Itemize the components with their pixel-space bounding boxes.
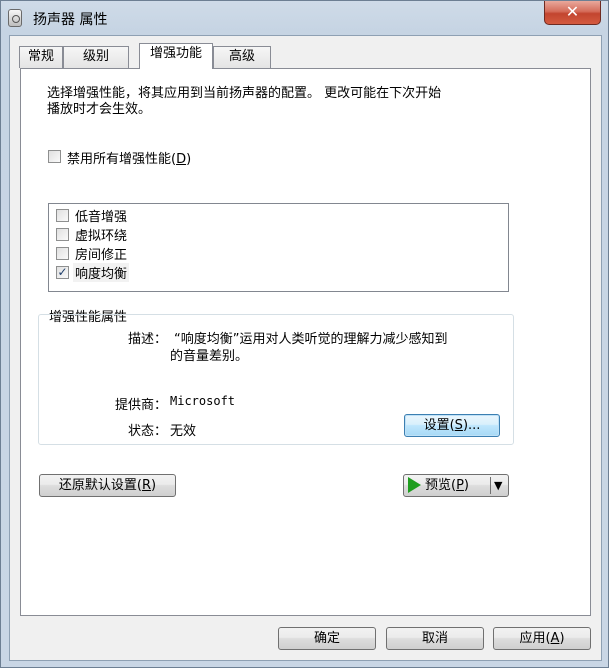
status-value: 无效 [170,424,197,439]
cancel-button[interactable]: 取消 [386,627,484,650]
description-line-2: 播放时才会生效。 [47,102,152,117]
split-divider [490,477,491,494]
window-title: 扬声器 属性 [33,12,108,28]
ok-button[interactable]: 确定 [278,627,376,650]
enhancements-list[interactable]: 低音增强 虚拟环绕 房间修正 ✓ 响度均衡 [48,203,509,292]
disable-all-label[interactable]: 禁用所有增强性能(D) [67,148,191,167]
enhancements-panel: 选择增强性能，将其应用到当前扬声器的配置。 更改可能在下次开始 播放时才会生效。… [20,68,591,616]
close-button[interactable]: ✕ [544,1,601,25]
virtual-surround-checkbox[interactable] [56,228,69,241]
tab-enhancements[interactable]: 增强功能 [139,43,213,69]
status-field-label: 状态： [128,424,168,439]
room-correction-label[interactable]: 房间修正 [75,244,127,263]
restore-defaults-button[interactable]: 还原默认设置(R) [39,474,176,497]
tab-general[interactable]: 常规 [19,46,63,68]
speaker-icon [8,9,22,27]
preview-dropdown-icon[interactable]: ▼ [494,475,502,496]
settings-button[interactable]: 设置(S)... [404,414,500,437]
tab-advanced[interactable]: 高级 [213,46,271,68]
loudness-equalization-label[interactable]: 响度均衡 [73,263,130,282]
provider-value: Microsoft [170,394,236,408]
play-icon [408,476,421,493]
description-field-label: 描述： [128,332,168,347]
loudness-equalization-checkbox[interactable]: ✓ [56,266,69,279]
apply-button[interactable]: 应用(A) [493,627,591,650]
bass-boost-checkbox[interactable] [56,209,69,222]
preview-button[interactable]: 预览(P) ▼ [403,474,509,497]
title-bar[interactable]: 扬声器 属性 ✕ [1,1,608,35]
bass-boost-label[interactable]: 低音增强 [75,206,127,225]
room-correction-checkbox[interactable] [56,247,69,260]
speaker-properties-dialog: 扬声器 属性 ✕ 常规 级别 增强功能 高级 选择增强性能，将其应用到当前扬声器… [0,0,609,668]
virtual-surround-label[interactable]: 虚拟环绕 [75,225,127,244]
effect-description-line-2: 的音量差别。 [170,349,249,364]
disable-all-checkbox[interactable] [48,150,61,163]
tab-levels[interactable]: 级别 [63,46,129,68]
provider-field-label: 提供商： [115,398,168,413]
dialog-client-area: 常规 级别 增强功能 高级 选择增强性能，将其应用到当前扬声器的配置。 更改可能… [9,35,602,661]
